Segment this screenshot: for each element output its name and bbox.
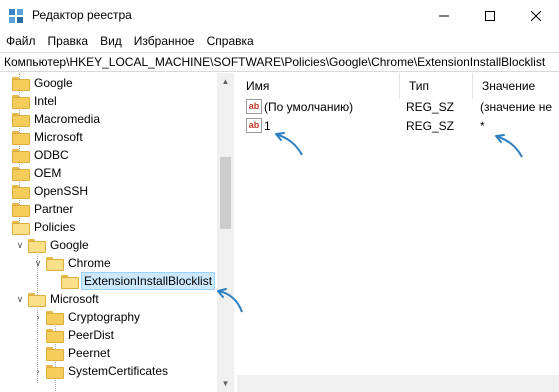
folder-icon [12,149,30,163]
folder-icon [46,329,64,343]
tree-pane[interactable]: Google Intel Macromedia Microsoft ODBC O… [0,73,233,392]
tree-item[interactable]: Partner [12,200,75,218]
tree-item[interactable]: ODBC [12,146,71,164]
tree-scrollbar[interactable]: ▲ ▼ [217,73,234,392]
minimize-button[interactable] [421,0,467,31]
minimize-icon [439,15,449,16]
folder-open-icon [12,221,30,235]
tree-item[interactable]: OpenSSH [12,182,90,200]
tree-item[interactable]: › Cryptography [33,308,142,326]
menu-file[interactable]: Файл [0,31,42,51]
value-data: (значение не [480,100,553,114]
menu-edit[interactable]: Правка [42,31,95,51]
folder-open-icon [28,293,46,307]
values-horizontal-scrollbar[interactable] [237,375,559,392]
folder-icon [12,185,30,199]
column-header-type[interactable]: Тип [400,73,473,99]
tree-item[interactable]: Google [12,74,75,92]
close-button[interactable] [513,0,559,31]
chevron-down-icon[interactable]: ∨ [15,294,25,304]
tree-item-extensioninstallblocklist[interactable]: ExtensionInstallBlocklist [61,272,216,290]
close-icon [531,10,541,21]
folder-icon [12,95,30,109]
tree-item[interactable]: OEM [12,164,63,182]
window-title: Редактор реестра [32,8,132,22]
tree-item[interactable]: PeerDist [46,326,116,344]
value-row[interactable]: ab (По умолчанию) REG_SZ (значение не [237,98,559,116]
folder-icon [12,131,30,145]
folder-icon [12,113,30,127]
folder-icon [46,365,64,379]
menu-bar: Файл Правка Вид Избранное Справка [0,31,559,51]
string-value-icon: ab [246,118,262,133]
values-pane[interactable]: Имя Тип Значение ab (По умолчанию) REG_S… [237,73,559,392]
column-header-value[interactable]: Значение [473,73,559,99]
tree-item[interactable]: Intel [12,92,59,110]
value-name: 1 [264,119,271,133]
tree-item[interactable]: Microsoft [12,128,85,146]
menu-favorites[interactable]: Избранное [128,31,201,51]
column-header-name[interactable]: Имя [237,73,400,99]
chevron-right-icon[interactable]: › [33,366,43,376]
scroll-up-icon[interactable]: ▲ [217,73,234,90]
annotation-arrow-icon [275,132,303,156]
chevron-right-icon[interactable]: › [33,312,43,322]
value-type: REG_SZ [406,119,455,133]
maximize-button[interactable] [467,0,513,31]
scrollbar-thumb[interactable] [220,157,231,229]
tree-item-google[interactable]: ∨ Google [15,236,91,254]
chevron-down-icon[interactable]: ∨ [33,258,43,268]
value-name: (По умолчанию) [264,100,354,114]
menu-help[interactable]: Справка [201,31,260,51]
folder-open-icon [46,257,64,271]
tree-item[interactable]: Peernet [46,344,112,362]
folder-icon [12,77,30,91]
folder-icon [12,167,30,181]
folder-open-icon [28,239,46,253]
menu-view[interactable]: Вид [94,31,128,51]
annotation-arrow-icon [495,134,523,158]
string-value-icon: ab [246,99,262,114]
annotation-arrow-icon [217,288,243,313]
folder-icon [46,347,64,361]
scroll-down-icon[interactable]: ▼ [217,375,234,392]
address-path[interactable]: Компьютер\HKEY_LOCAL_MACHINE\SOFTWARE\Po… [4,55,545,69]
tree-item-policies[interactable]: Policies [12,218,77,236]
maximize-icon [485,10,495,21]
value-type: REG_SZ [406,100,455,114]
address-bar[interactable]: Компьютер\HKEY_LOCAL_MACHINE\SOFTWARE\Po… [0,52,559,72]
chevron-down-icon[interactable]: ∨ [15,240,25,250]
registry-editor-icon [9,9,23,23]
folder-open-icon [61,275,79,289]
tree-item-microsoft[interactable]: ∨ Microsoft [15,290,101,308]
tree-item[interactable]: › SystemCertificates [33,362,170,380]
folder-icon [46,311,64,325]
tree-item-chrome[interactable]: ∨ Chrome [33,254,113,272]
title-bar: Редактор реестра [0,0,559,31]
value-data: * [480,119,485,133]
folder-icon [12,203,30,217]
tree-item[interactable]: Macromedia [12,110,102,128]
